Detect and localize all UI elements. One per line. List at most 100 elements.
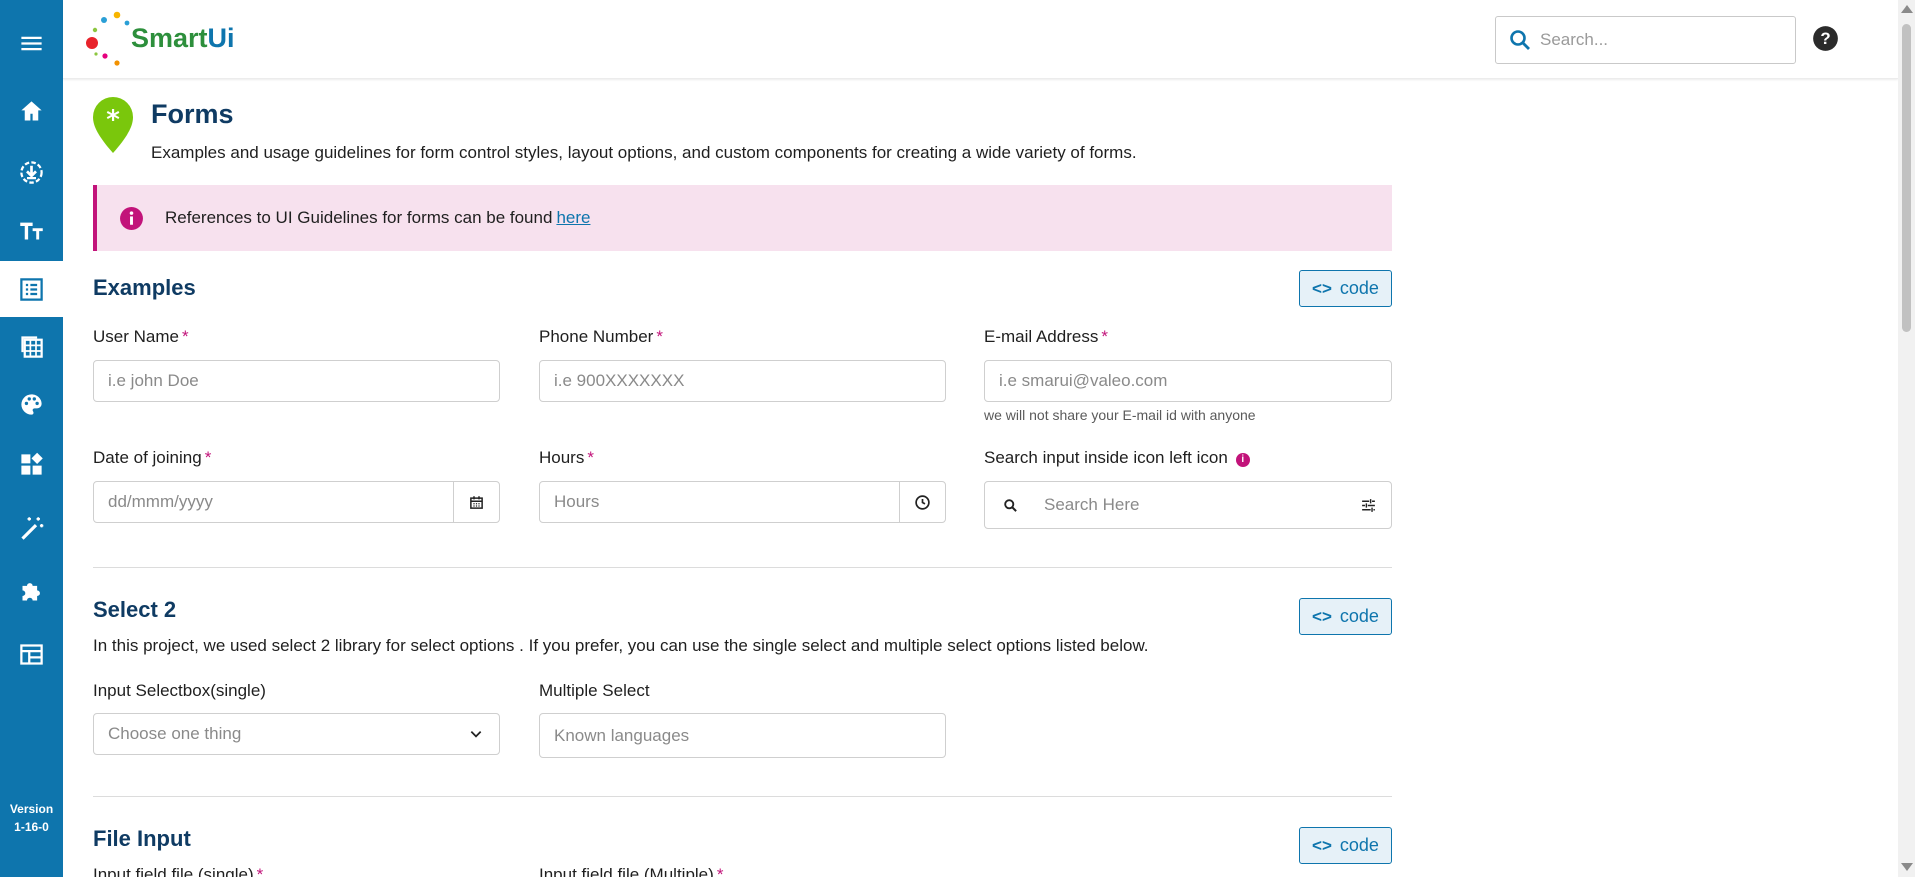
code-icon: <> (1312, 606, 1332, 626)
clock-icon (915, 494, 930, 510)
menu-icon (21, 36, 42, 50)
date-label: Date of joining * (93, 448, 211, 468)
sidebar-item-magic[interactable] (0, 500, 63, 556)
file-input-code-button[interactable]: <> code (1299, 827, 1392, 864)
email-field[interactable] (984, 360, 1392, 402)
chevron-down-icon (470, 731, 482, 738)
file-multiple-label-text: Input field file (Multiple) (539, 865, 714, 877)
page-title: Forms (151, 99, 234, 129)
examples-code-button[interactable]: <> code (1299, 270, 1392, 307)
version-label: Version (9, 802, 54, 816)
date-input[interactable] (94, 492, 453, 512)
puzzle-icon (22, 582, 40, 600)
widgets-icon (21, 452, 43, 475)
code-label: code (1339, 606, 1379, 626)
phone-label-text: Phone Number (539, 327, 654, 346)
phone-input[interactable] (540, 371, 945, 391)
guidelines-link[interactable]: here (556, 208, 590, 227)
global-search[interactable] (1495, 16, 1796, 64)
select2-description: In this project, we used select 2 librar… (93, 636, 1149, 655)
tables-icon (21, 335, 43, 358)
sidebar-item-plugins[interactable] (0, 563, 63, 619)
multiple-select-label: Multiple Select (539, 681, 650, 700)
required-marker: * (656, 327, 663, 346)
hours-label: Hours * (539, 448, 594, 468)
alert-message: References to UI Guidelines for forms ca… (165, 208, 553, 227)
sidebar-item-layout[interactable] (0, 626, 63, 682)
single-select-label: Input Selectbox(single) (93, 681, 266, 700)
hours-input[interactable] (540, 492, 899, 512)
search-field-label: Search input inside icon left icon i (984, 448, 1250, 468)
sidebar-item-widgets[interactable] (0, 436, 63, 492)
code-icon: <> (1312, 278, 1332, 298)
svg-text:?: ? (1820, 29, 1830, 48)
page-scrollbar[interactable] (1898, 0, 1915, 877)
section-divider (93, 567, 1392, 568)
sidebar-item-typography[interactable] (0, 202, 63, 258)
user-name-field[interactable] (93, 360, 500, 402)
email-help-text: we will not share your E-mail id with an… (984, 407, 1256, 423)
forms-icon (20, 277, 43, 301)
scroll-thumb[interactable] (1902, 24, 1911, 332)
top-header: SmartUi ? (63, 0, 1898, 79)
search-here-input[interactable] (1018, 495, 1360, 515)
hours-field[interactable] (539, 481, 946, 523)
multiple-select-input[interactable] (540, 725, 945, 746)
alert-text: References to UI Guidelines for forms ca… (165, 208, 590, 228)
email-input[interactable] (985, 371, 1391, 391)
email-label-text: E-mail Address (984, 327, 1099, 346)
required-marker: * (1101, 327, 1108, 346)
calendar-button[interactable] (453, 482, 499, 522)
search-icon (1004, 498, 1017, 512)
page-description: Examples and usage guidelines for form c… (151, 143, 1137, 162)
hours-label-text: Hours (539, 448, 585, 467)
magic-wand-icon (21, 516, 44, 540)
select2-title: Select 2 (93, 597, 177, 622)
info-icon[interactable]: i (1235, 453, 1250, 467)
required-marker: * (587, 448, 594, 467)
single-select-input[interactable] (94, 724, 469, 744)
home-icon (21, 100, 42, 120)
file-input-title: File Input (93, 826, 191, 851)
file-single-label: Input field file (single) * (93, 865, 263, 877)
logo-dots-icon (86, 11, 130, 66)
user-name-input[interactable] (94, 371, 499, 391)
guidelines-alert: References to UI Guidelines for forms ca… (93, 185, 1392, 251)
examples-title: Examples (93, 275, 196, 300)
sidebar-item-forms[interactable] (0, 261, 63, 317)
user-name-label: User Name * (93, 327, 189, 347)
sidebar: Version 1-16-0 (0, 0, 63, 877)
logo-text-smart: Smart (131, 23, 208, 53)
phone-label: Phone Number * (539, 327, 663, 347)
scroll-down-arrow[interactable] (1901, 863, 1913, 871)
global-search-input[interactable] (1540, 30, 1770, 50)
single-select[interactable] (93, 713, 500, 755)
logo-text: SmartUi (131, 23, 235, 54)
sidebar-item-home[interactable] (0, 83, 63, 139)
user-name-label-text: User Name (93, 327, 179, 346)
code-label: code (1339, 835, 1379, 855)
date-label-text: Date of joining (93, 448, 202, 467)
sidebar-item-tables[interactable] (0, 318, 63, 374)
multiple-select[interactable] (539, 713, 946, 758)
code-label: code (1339, 278, 1379, 298)
select2-code-button[interactable]: <> code (1299, 598, 1392, 635)
svg-text:*: * (106, 105, 120, 135)
sidebar-item-colors[interactable] (0, 376, 63, 432)
logo-text-ui: Ui (207, 23, 235, 53)
search-here-field[interactable] (984, 481, 1392, 529)
code-icon: <> (1312, 835, 1332, 855)
filter-sliders-icon[interactable] (1360, 497, 1377, 514)
phone-field[interactable] (539, 360, 946, 402)
palette-icon (21, 393, 42, 415)
sidebar-item-download[interactable] (0, 144, 63, 200)
menu-button[interactable] (0, 15, 63, 71)
email-label: E-mail Address * (984, 327, 1108, 347)
scroll-up-arrow[interactable] (1901, 5, 1913, 13)
clock-button[interactable] (899, 482, 945, 522)
date-field[interactable] (93, 481, 500, 523)
version-value: 1-16-0 (14, 820, 49, 834)
smartui-logo[interactable]: SmartUi (85, 10, 235, 70)
help-icon[interactable]: ? (1812, 25, 1839, 52)
version-info: Version 1-16-0 (0, 800, 63, 836)
